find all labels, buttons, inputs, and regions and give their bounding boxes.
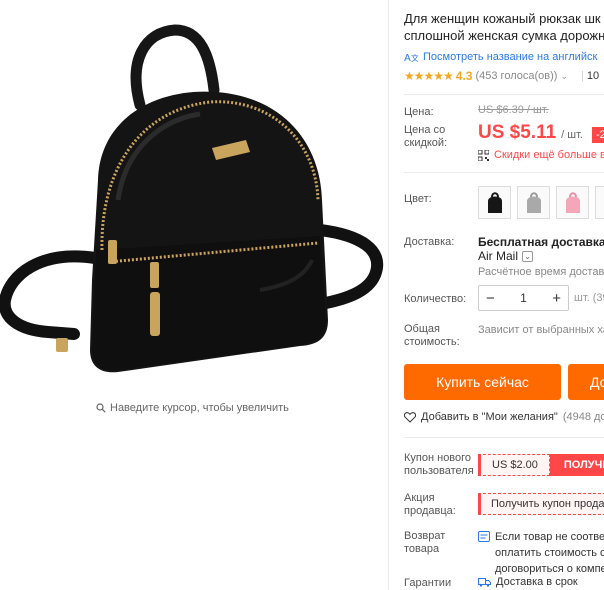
return-policy: Если товар не соответ оплатить стоимость… [478, 529, 604, 577]
product-image-pane[interactable]: Наведите курсор, чтобы увеличить [0, 0, 388, 430]
shipping-label: Доставка: [404, 236, 455, 248]
wishlist-link[interactable]: Добавить в "Мои желания" (4948 до [404, 411, 604, 423]
zoom-hint: Наведите курсор, чтобы увеличить [96, 402, 289, 414]
add-to-cart-button[interactable]: До [568, 364, 604, 400]
total-cost-label: Общая стоимость: [404, 323, 460, 348]
magnifier-icon [96, 403, 106, 413]
return-policy-line-2: оплатить стоимость об [495, 547, 604, 559]
color-swatch-pink[interactable] [556, 186, 589, 219]
rating-value: 4.3 [455, 69, 473, 83]
color-swatches [478, 186, 604, 219]
quantity-stepper: − 1 + [478, 285, 569, 311]
delivery-truck-icon [478, 578, 491, 587]
separator: | [580, 70, 584, 82]
quantity-input[interactable]: 1 [520, 291, 527, 305]
quantity-minus-button[interactable]: − [486, 290, 495, 307]
guarantee: Доставка в срок [478, 576, 578, 588]
pink-backpack-icon [565, 191, 580, 213]
new-user-coupon-value: US $2.00 [478, 454, 550, 476]
divider [404, 94, 604, 95]
color-swatch-black[interactable] [478, 186, 511, 219]
new-user-coupon: US $2.00 ПОЛУЧИ [478, 454, 604, 476]
orders-count: 10 [586, 70, 600, 82]
translate-link-text[interactable]: Посмотреть название на английск [423, 51, 597, 63]
current-price: US $5.11 [478, 122, 557, 143]
divider [404, 172, 604, 173]
return-policy-line-3: договориться о компе [495, 563, 604, 575]
seller-promo-label: Акция продавца: [404, 492, 456, 517]
backpack-product-image[interactable] [0, 0, 388, 400]
votes-count[interactable]: (453 голоса(ов)) [475, 70, 557, 82]
discount-badge: -2 [591, 127, 604, 143]
app-promo-text[interactable]: Скидки ещё больше в [494, 149, 604, 161]
shipping-estimate: Расчётное время доставки [478, 266, 604, 278]
get-coupon-button[interactable]: ПОЛУЧИ [549, 454, 604, 476]
wishlist-count: (4948 до [562, 411, 604, 423]
shipping-title: Бесплатная доставка в R [478, 235, 604, 249]
chevron-down-icon[interactable]: ⌄ [522, 250, 534, 262]
product-title-line-1: Для женщин кожаный рюкзак шк [404, 11, 601, 26]
guarantee-label: Гарантии [404, 577, 452, 589]
app-promo[interactable]: Скидки ещё больше в [478, 149, 604, 161]
product-title-line-2: сплошной женская сумка дорожн [404, 28, 604, 43]
star-rating-icon: ★★★★★ [404, 69, 454, 83]
black-backpack-icon [487, 191, 502, 213]
return-policy-line-1: Если товар не соответ [495, 531, 604, 543]
shipping-method-select[interactable]: Air Mail ⌄ [478, 249, 534, 263]
quantity-available: шт. (39 [574, 292, 604, 304]
discount-price-label: Цена со скидкой: [404, 124, 448, 149]
return-policy-label: Возврат товара [404, 530, 446, 555]
price-unit: / шт. [561, 129, 583, 141]
chevron-down-icon[interactable]: ⌄ [560, 71, 568, 82]
total-cost-value: Зависит от выбранных хар [478, 324, 604, 336]
rating-row[interactable]: ★★★★★ 4.3 (453 голоса(ов)) ⌄ | 10 [404, 69, 599, 83]
zoom-hint-text: Наведите курсор, чтобы увеличить [110, 402, 289, 414]
wishlist-text[interactable]: Добавить в "Мои желания" [421, 411, 558, 423]
product-title: Для женщин кожаный рюкзак шк сплошной же… [404, 10, 604, 44]
quantity-plus-button[interactable]: + [552, 290, 561, 307]
quantity-label: Количество: [404, 293, 467, 305]
qr-code-icon [478, 149, 489, 161]
heart-icon [404, 411, 416, 423]
color-swatch-gray[interactable] [517, 186, 550, 219]
white-backpack-icon [601, 191, 604, 215]
product-detail-pane: Для женщин кожаный рюкзак шк сплошной же… [404, 0, 604, 590]
return-policy-icon [478, 531, 490, 542]
current-price-row: US $5.11 / шт. -2 [478, 122, 604, 144]
translate-title-link[interactable]: A 文 Посмотреть название на английск [404, 51, 597, 63]
color-label: Цвет: [404, 193, 432, 205]
pane-divider [388, 0, 389, 590]
guarantee-text: Доставка в срок [496, 576, 578, 588]
svg-text:A: A [404, 53, 411, 63]
price-label: Цена: [404, 106, 434, 118]
new-user-coupon-label: Купон нового пользователя [404, 452, 474, 477]
color-swatch-white[interactable] [595, 186, 604, 219]
old-price: US $6.39 / шт. [478, 104, 549, 116]
seller-coupon-button[interactable]: Получить купон продав [478, 493, 604, 515]
gray-backpack-icon [526, 191, 541, 213]
divider [404, 437, 604, 438]
buy-now-button[interactable]: Купить сейчас [404, 364, 561, 400]
svg-text:文: 文 [411, 53, 418, 63]
shipping-method[interactable]: Air Mail [478, 249, 518, 263]
translate-icon: A 文 [404, 53, 418, 63]
